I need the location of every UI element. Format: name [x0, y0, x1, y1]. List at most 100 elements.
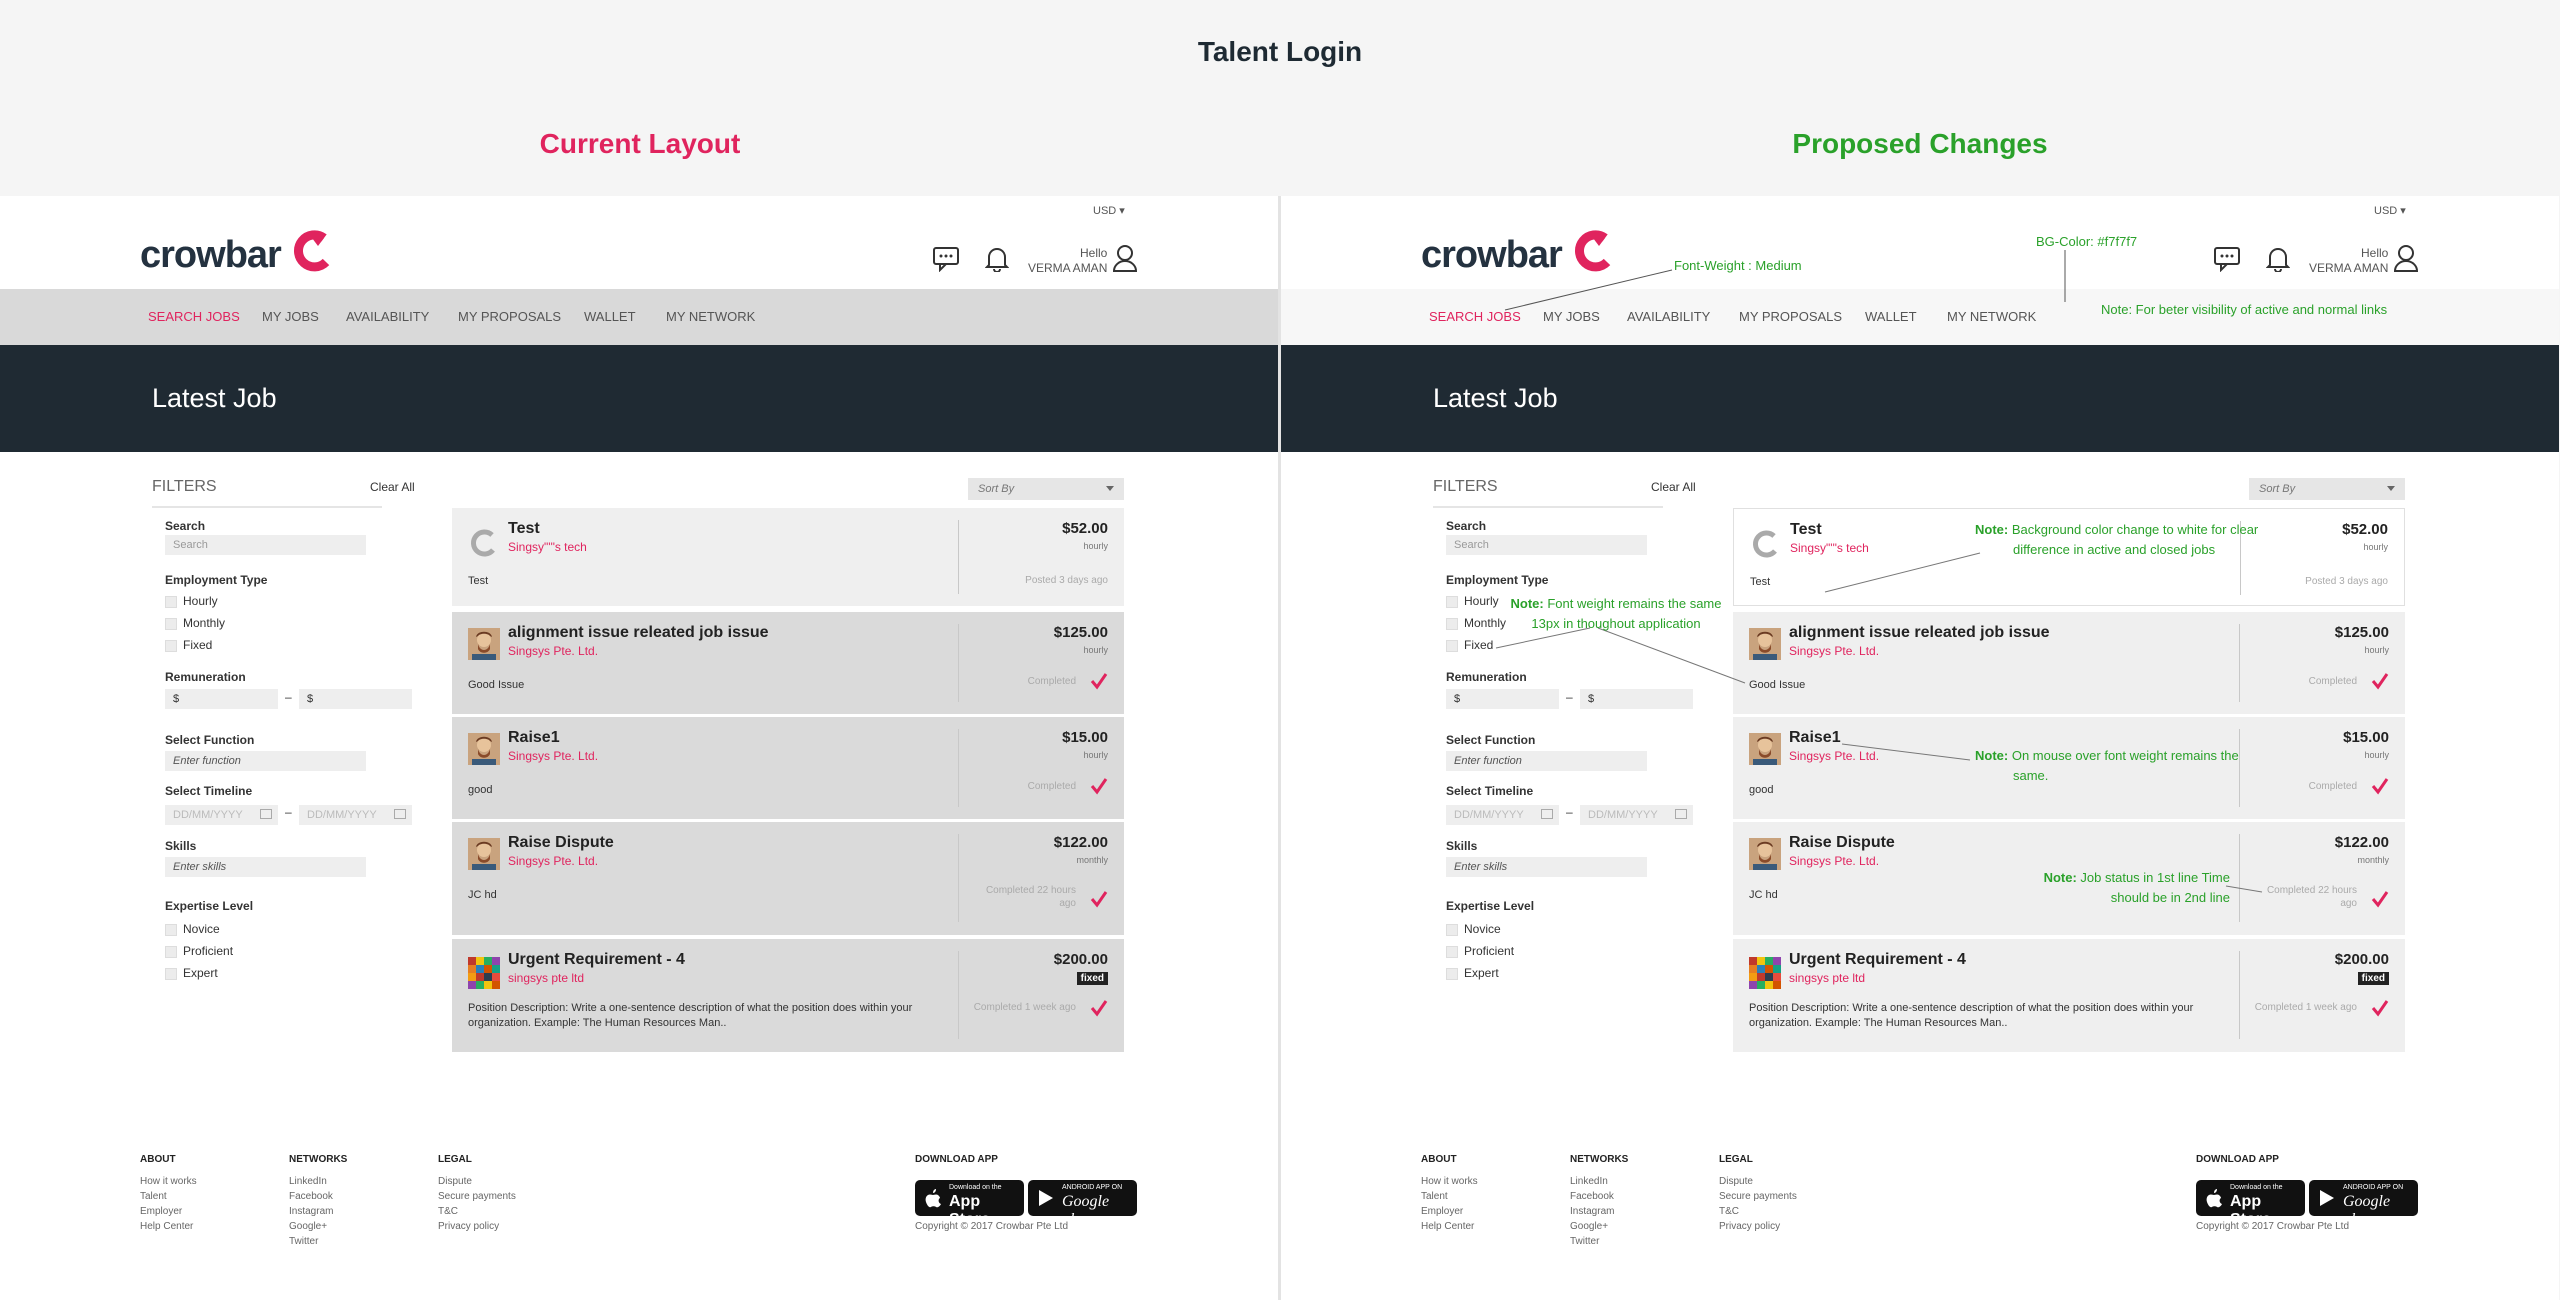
job-company[interactable]: Singsy"'"s tech: [1790, 541, 1869, 555]
nav-search-jobs[interactable]: SEARCH JOBS: [1429, 309, 1521, 324]
skills-input[interactable]: Enter skills: [165, 857, 366, 877]
currency-selector[interactable]: USD ▾: [2374, 204, 2406, 217]
expert-checkbox[interactable]: [1446, 968, 1458, 980]
filter-search-input[interactable]: Search: [1446, 535, 1647, 555]
job-company[interactable]: Singsys Pte. Ltd.: [1789, 749, 1879, 763]
footer-link[interactable]: Employer: [140, 1204, 197, 1219]
function-input[interactable]: Enter function: [1446, 751, 1647, 771]
monthly-checkbox[interactable]: [165, 618, 177, 630]
footer-link[interactable]: Twitter: [1570, 1234, 1628, 1249]
footer-link[interactable]: Talent: [140, 1189, 197, 1204]
footer-link[interactable]: Talent: [1421, 1189, 1478, 1204]
job-card[interactable]: Test Singsy"'"s tech Test $52.00 hourly …: [452, 508, 1124, 606]
footer-link[interactable]: Dispute: [438, 1174, 516, 1189]
app-store-button[interactable]: Download on the App Store: [2196, 1180, 2305, 1228]
timeline-end-input[interactable]: DD/MM/YYYY: [1580, 805, 1693, 825]
remuneration-max-input[interactable]: $: [1580, 689, 1693, 709]
footer-link[interactable]: LinkedIn: [289, 1174, 347, 1189]
footer-link[interactable]: Help Center: [140, 1219, 197, 1234]
nav-my-proposals[interactable]: MY PROPOSALS: [458, 309, 561, 324]
remuneration-min-input[interactable]: $: [165, 689, 278, 709]
footer-link[interactable]: Employer: [1421, 1204, 1478, 1219]
sort-by-dropdown[interactable]: Sort By: [2249, 478, 2405, 500]
footer-link[interactable]: Dispute: [1719, 1174, 1797, 1189]
hourly-checkbox[interactable]: [1446, 596, 1458, 608]
job-card[interactable]: Urgent Requirement - 4 singsys pte ltd P…: [1733, 939, 2405, 1052]
job-company[interactable]: Singsys Pte. Ltd.: [1789, 644, 1879, 658]
proficient-checkbox[interactable]: [1446, 946, 1458, 958]
timeline-start-input[interactable]: DD/MM/YYYY: [165, 805, 278, 825]
timeline-end-input[interactable]: DD/MM/YYYY: [299, 805, 412, 825]
hourly-checkbox[interactable]: [165, 596, 177, 608]
footer-link[interactable]: Help Center: [1421, 1219, 1478, 1234]
user-greeting[interactable]: Hello VERMA AMAN: [1028, 246, 1107, 276]
fixed-checkbox[interactable]: [165, 640, 177, 652]
job-company[interactable]: Singsy"'"s tech: [508, 540, 587, 554]
nav-my-proposals[interactable]: MY PROPOSALS: [1739, 309, 1842, 324]
footer-link[interactable]: T&C: [438, 1204, 516, 1219]
job-title[interactable]: Raise1: [508, 729, 560, 747]
footer-link[interactable]: How it works: [140, 1174, 197, 1189]
sort-by-dropdown[interactable]: Sort By: [968, 478, 1124, 500]
nav-availability[interactable]: AVAILABILITY: [1627, 309, 1710, 324]
novice-checkbox[interactable]: [165, 924, 177, 936]
timeline-start-input[interactable]: DD/MM/YYYY: [1446, 805, 1559, 825]
footer-link[interactable]: Instagram: [1570, 1204, 1628, 1219]
job-company[interactable]: Singsys Pte. Ltd.: [508, 644, 598, 658]
currency-selector[interactable]: USD ▾: [1093, 204, 1125, 217]
job-company[interactable]: singsys pte ltd: [508, 971, 584, 985]
expert-checkbox[interactable]: [165, 968, 177, 980]
clear-all-link[interactable]: Clear All: [1651, 480, 1696, 494]
chat-icon[interactable]: [932, 246, 962, 277]
footer-link[interactable]: How it works: [1421, 1174, 1478, 1189]
job-card[interactable]: Raise1 Singsys Pte. Ltd. good $15.00 hou…: [452, 717, 1124, 819]
job-company[interactable]: Singsys Pte. Ltd.: [508, 854, 598, 868]
job-title[interactable]: alignment issue releated job issue: [1789, 624, 2050, 642]
app-store-button[interactable]: Download on the App Store: [915, 1180, 1024, 1228]
footer-link[interactable]: Google+: [1570, 1219, 1628, 1234]
footer-link[interactable]: Instagram: [289, 1204, 347, 1219]
proficient-checkbox[interactable]: [165, 946, 177, 958]
footer-link[interactable]: Facebook: [1570, 1189, 1628, 1204]
google-play-button[interactable]: ANDROID APP ON Google play: [2309, 1180, 2418, 1228]
nav-my-jobs[interactable]: MY JOBS: [262, 309, 319, 324]
fixed-checkbox[interactable]: [1446, 640, 1458, 652]
google-play-button[interactable]: ANDROID APP ON Google play: [1028, 1180, 1137, 1228]
job-title[interactable]: Raise Dispute: [1789, 834, 1895, 852]
footer-link[interactable]: T&C: [1719, 1204, 1797, 1219]
bell-icon[interactable]: [984, 246, 1010, 277]
nav-my-network[interactable]: MY NETWORK: [1947, 309, 2036, 324]
clear-all-link[interactable]: Clear All: [370, 480, 415, 494]
function-input[interactable]: Enter function: [165, 751, 366, 771]
chat-icon[interactable]: [2213, 246, 2243, 277]
user-icon[interactable]: [1112, 244, 1138, 277]
nav-availability[interactable]: AVAILABILITY: [346, 309, 429, 324]
job-company[interactable]: Singsys Pte. Ltd.: [1789, 854, 1879, 868]
nav-search-jobs[interactable]: SEARCH JOBS: [148, 309, 240, 324]
job-title[interactable]: Raise1: [1789, 729, 1841, 747]
footer-link[interactable]: LinkedIn: [1570, 1174, 1628, 1189]
user-icon[interactable]: [2393, 244, 2419, 277]
footer-link[interactable]: Twitter: [289, 1234, 347, 1249]
bell-icon[interactable]: [2265, 246, 2291, 277]
job-card[interactable]: Raise Dispute Singsys Pte. Ltd. JC hd $1…: [452, 822, 1124, 935]
novice-checkbox[interactable]: [1446, 924, 1458, 936]
job-card[interactable]: Urgent Requirement - 4 singsys pte ltd P…: [452, 939, 1124, 1052]
job-title[interactable]: Test: [508, 520, 540, 538]
skills-input[interactable]: Enter skills: [1446, 857, 1647, 877]
job-title[interactable]: Raise Dispute: [508, 834, 614, 852]
nav-wallet[interactable]: WALLET: [584, 309, 636, 324]
nav-wallet[interactable]: WALLET: [1865, 309, 1917, 324]
job-card[interactable]: alignment issue releated job issue Sings…: [1733, 612, 2405, 714]
job-title[interactable]: Test: [1790, 521, 1822, 539]
footer-link[interactable]: Privacy policy: [438, 1219, 516, 1234]
job-title[interactable]: alignment issue releated job issue: [508, 624, 769, 642]
footer-link[interactable]: Google+: [289, 1219, 347, 1234]
job-card[interactable]: alignment issue releated job issue Sings…: [452, 612, 1124, 714]
filter-search-input[interactable]: Search: [165, 535, 366, 555]
remuneration-max-input[interactable]: $: [299, 689, 412, 709]
job-title[interactable]: Urgent Requirement - 4: [1789, 951, 1966, 969]
footer-link[interactable]: Facebook: [289, 1189, 347, 1204]
footer-link[interactable]: Secure payments: [1719, 1189, 1797, 1204]
footer-link[interactable]: Secure payments: [438, 1189, 516, 1204]
